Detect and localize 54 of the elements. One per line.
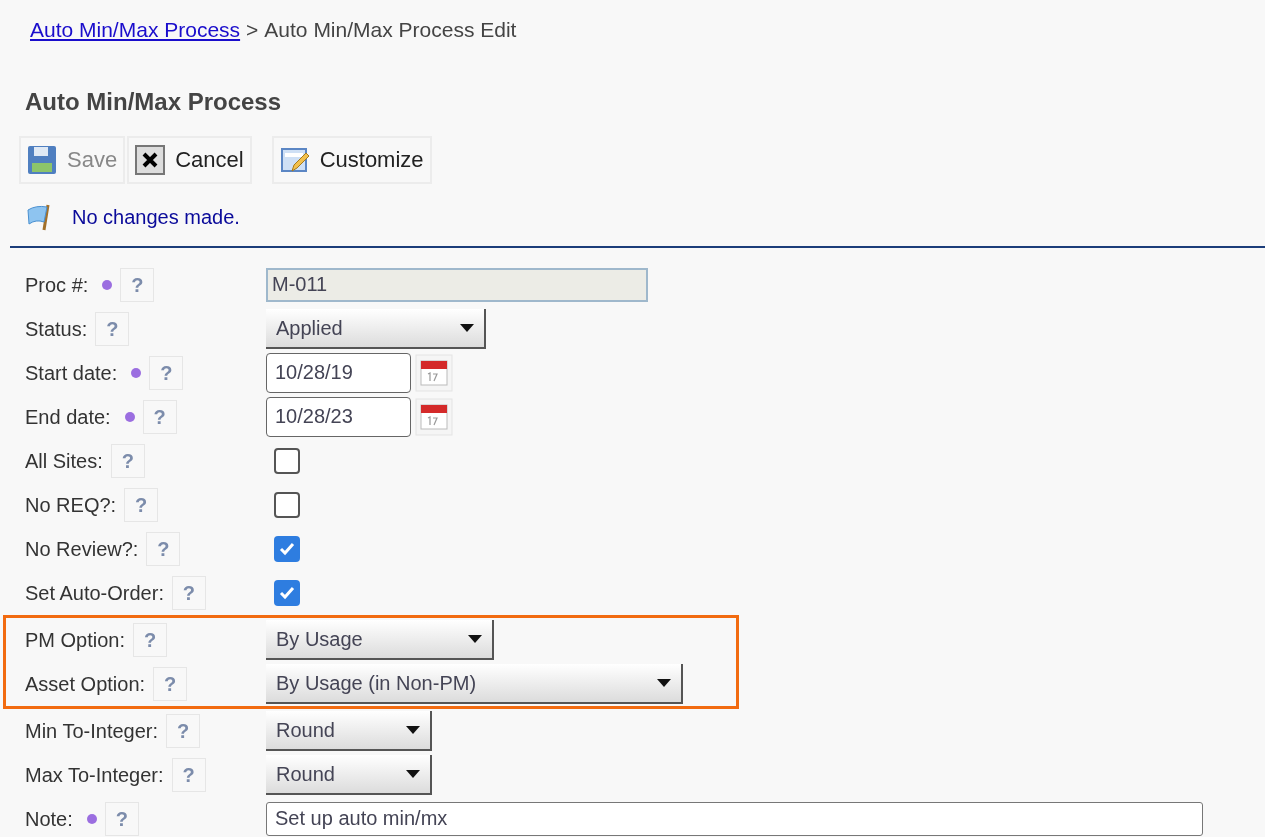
help-button[interactable]: ? xyxy=(142,399,177,434)
breadcrumb-link[interactable]: Auto Min/Max Process xyxy=(30,14,241,46)
dropdown[interactable]: Round xyxy=(266,710,432,751)
checkbox[interactable] xyxy=(274,447,300,474)
customize-button[interactable]: Customize xyxy=(271,135,432,184)
help-button[interactable]: ? xyxy=(153,666,188,701)
checkbox[interactable] xyxy=(274,491,300,518)
status-message: No changes made. xyxy=(72,204,240,230)
field-label: Proc #: xyxy=(25,272,89,298)
help-button[interactable]: ? xyxy=(171,757,206,792)
field-label: No REQ?: xyxy=(25,492,117,518)
field-label: End date: xyxy=(25,404,111,430)
help-button[interactable]: ? xyxy=(95,311,130,346)
cancel-button[interactable]: Cancel xyxy=(127,135,252,184)
field-label: Note: xyxy=(25,806,73,832)
field-label: PM Option: xyxy=(25,627,126,653)
caret-icon xyxy=(460,323,474,332)
caret-icon xyxy=(406,769,420,778)
field-label: Start date: xyxy=(25,360,118,386)
dropdown[interactable]: Applied xyxy=(266,308,486,349)
field-label: Asset Option: xyxy=(25,671,146,697)
checkbox[interactable] xyxy=(274,535,300,562)
help-button[interactable]: ? xyxy=(104,801,139,836)
help-button[interactable]: ? xyxy=(171,575,206,610)
text-field[interactable]: Set up auto min/mx xyxy=(266,801,1203,836)
dropdown[interactable]: By Usage xyxy=(266,619,494,660)
close-icon xyxy=(135,144,166,175)
text-field[interactable]: M-011 xyxy=(266,267,648,302)
help-button[interactable]: ? xyxy=(146,531,181,566)
date-field[interactable]: 10/28/19 xyxy=(266,352,411,393)
calendar-icon[interactable] xyxy=(415,397,453,436)
help-button[interactable]: ? xyxy=(110,443,145,478)
help-button[interactable]: ? xyxy=(120,267,155,302)
help-button[interactable]: ? xyxy=(166,713,201,748)
help-button[interactable]: ? xyxy=(133,622,168,657)
dropdown[interactable]: Round xyxy=(266,754,432,795)
field-label: All Sites: xyxy=(25,448,103,474)
breadcrumb-separator: > xyxy=(246,17,259,43)
page-title: Auto Min/Max Process xyxy=(24,86,283,117)
field-label: No Review?: xyxy=(25,536,139,562)
caret-icon xyxy=(406,725,420,734)
field-label: Min To-Integer: xyxy=(25,718,159,744)
field-label: Set Auto-Order: xyxy=(25,580,164,606)
field-label: Max To-Integer: xyxy=(25,762,164,788)
caret-icon xyxy=(657,678,671,687)
calendar-icon[interactable] xyxy=(415,353,453,392)
help-button[interactable]: ? xyxy=(124,487,159,522)
caret-icon xyxy=(468,634,482,643)
checkbox[interactable] xyxy=(274,579,300,606)
date-field[interactable]: 10/28/23 xyxy=(266,396,411,437)
breadcrumb-current: Auto Min/Max Process Edit xyxy=(264,17,517,43)
dropdown[interactable]: By Usage (in Non-PM) xyxy=(266,663,683,704)
field-label: Status: xyxy=(25,316,88,342)
help-button[interactable]: ? xyxy=(149,355,184,390)
